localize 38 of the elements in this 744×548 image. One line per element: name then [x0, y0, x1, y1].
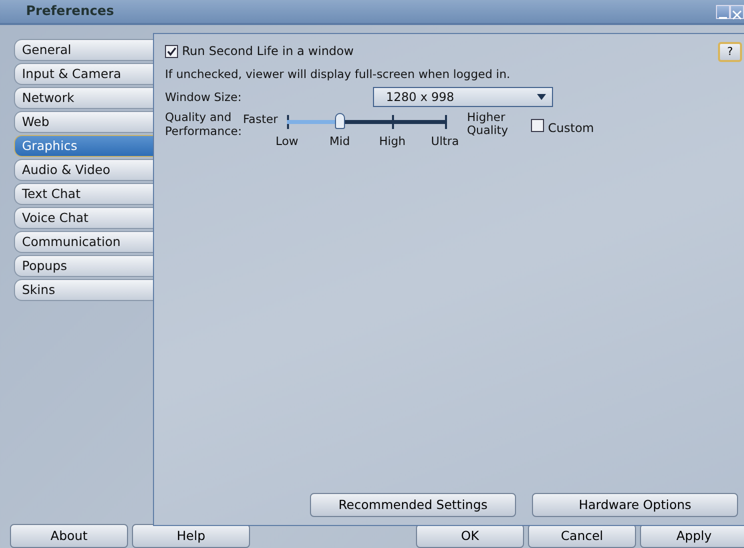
tab[interactable]: Graphics — [14, 135, 153, 157]
tab[interactable]: Communication — [14, 231, 153, 253]
tab[interactable]: Popups — [14, 255, 153, 277]
button[interactable]: Apply — [640, 524, 744, 548]
field-label: Quality and Performance: — [165, 111, 243, 140]
quality-slider[interactable] — [287, 115, 447, 130]
button[interactable]: Help — [132, 524, 250, 548]
tab[interactable]: Skins — [14, 279, 153, 301]
tab[interactable]: General — [14, 39, 153, 61]
tab[interactable]: Voice Chat — [14, 207, 153, 229]
field-label: Window Size: — [165, 88, 242, 106]
slider-label: Higher Quality — [467, 111, 510, 140]
tab[interactable]: Input & Camera — [14, 63, 153, 85]
close-icon[interactable] — [730, 4, 744, 18]
tick-label: Mid — [329, 133, 350, 150]
tab[interactable]: Network — [14, 87, 153, 109]
hint-text: If unchecked, viewer will display full-screen when logged in. — [165, 66, 512, 83]
window-title: Preferences — [26, 2, 114, 21]
button[interactable]: Recommended Settings — [310, 493, 516, 517]
slider-thumb[interactable] — [335, 113, 346, 130]
tab[interactable]: Text Chat — [14, 183, 153, 205]
button[interactable]: OK — [416, 524, 524, 548]
tick-label: Low — [276, 133, 298, 150]
window-size-dropdown[interactable]: 1280 x 998 — [373, 87, 553, 108]
checkbox-label: Run Second Life in a window — [182, 43, 354, 60]
button[interactable]: About — [10, 524, 128, 548]
minimize-icon[interactable] — [716, 4, 730, 18]
checkbox-label: Custom — [548, 120, 594, 138]
tab[interactable]: Web — [14, 111, 153, 133]
tick-label: High — [379, 133, 406, 150]
button[interactable]: Cancel — [528, 524, 636, 548]
checkbox[interactable] — [165, 44, 178, 58]
help-button[interactable]: ? — [718, 42, 742, 62]
tick-label: Ultra — [431, 133, 459, 150]
checkbox[interactable] — [531, 119, 544, 132]
tab[interactable]: Audio & Video — [14, 159, 153, 181]
button[interactable]: Hardware Options — [532, 493, 738, 517]
caret-icon — [537, 94, 546, 100]
